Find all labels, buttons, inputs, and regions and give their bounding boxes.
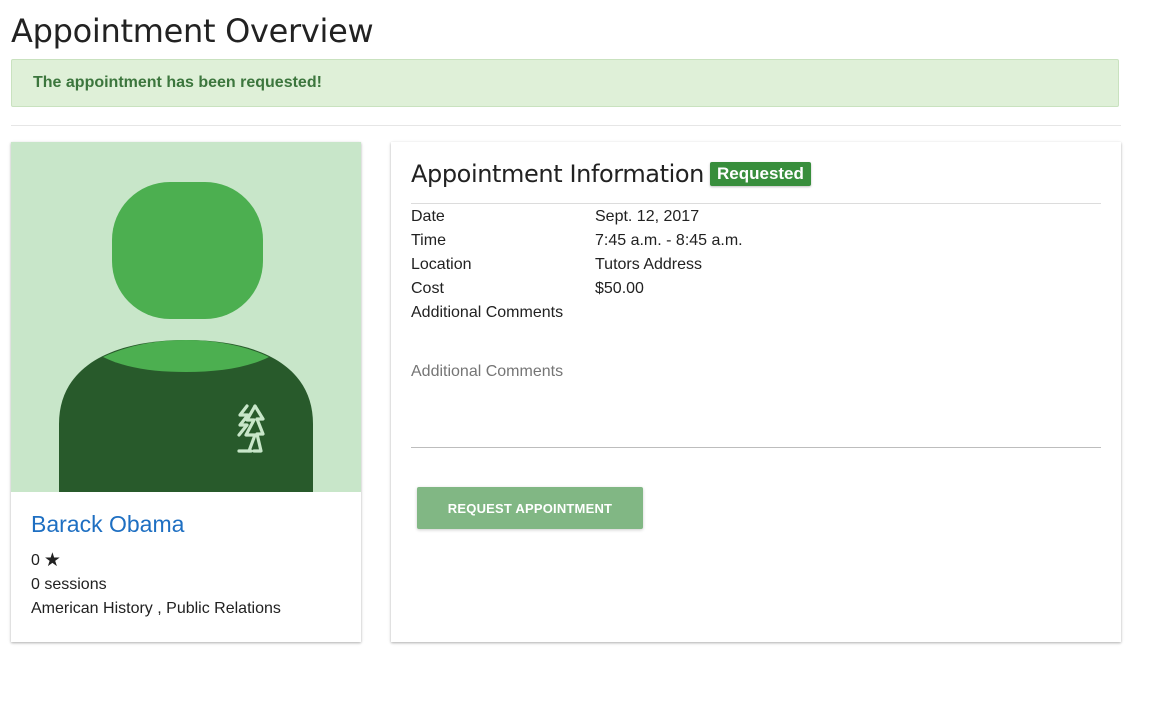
tutor-subjects: American History , Public Relations xyxy=(31,600,281,617)
detail-row-cost: Cost $50.00 xyxy=(411,280,644,298)
detail-label: Additional Comments xyxy=(411,304,564,321)
star-icon: ★ xyxy=(43,550,61,571)
divider xyxy=(11,125,1121,126)
session-count: 0 sessions xyxy=(31,576,107,593)
appointment-info-card: Appointment Information Requested Date S… xyxy=(391,142,1121,642)
success-alert: The appointment has been requested! xyxy=(11,59,1119,107)
tutor-profile-card: Barack Obama 0 ★ 0 sessions American His… xyxy=(11,142,361,642)
detail-row-location: Location Tutors Address xyxy=(411,256,702,274)
status-badge: Requested xyxy=(709,162,811,186)
detail-row-comments: Additional Comments xyxy=(411,304,563,322)
detail-row-date: Date Sept. 12, 2017 xyxy=(411,208,699,226)
tutor-name-link[interactable]: Barack Obama xyxy=(31,511,184,538)
tutor-rating: 0 ★ xyxy=(31,551,61,570)
appointment-header: Appointment Information Requested xyxy=(411,160,811,188)
detail-label: Time xyxy=(411,232,446,249)
rating-value: 0 xyxy=(31,551,40,569)
detail-value: Sept. 12, 2017 xyxy=(595,208,700,225)
detail-value: $50.00 xyxy=(595,280,644,297)
divider xyxy=(411,203,1101,204)
request-appointment-button[interactable]: REQUEST APPOINTMENT xyxy=(417,487,643,529)
detail-row-time: Time 7:45 a.m. - 8:45 a.m. xyxy=(411,232,743,250)
detail-value: Tutors Address xyxy=(595,256,703,273)
detail-value: 7:45 a.m. - 8:45 a.m. xyxy=(595,232,743,249)
page-title: Appointment Overview xyxy=(11,12,374,50)
detail-label: Date xyxy=(411,208,445,225)
additional-comments-field[interactable] xyxy=(411,358,1101,448)
detail-label: Cost xyxy=(411,280,444,297)
alert-message: The appointment has been requested! xyxy=(33,74,322,91)
appointment-title: Appointment Information xyxy=(411,160,704,188)
person-silhouette-icon xyxy=(11,142,361,492)
detail-label: Location xyxy=(411,256,472,273)
